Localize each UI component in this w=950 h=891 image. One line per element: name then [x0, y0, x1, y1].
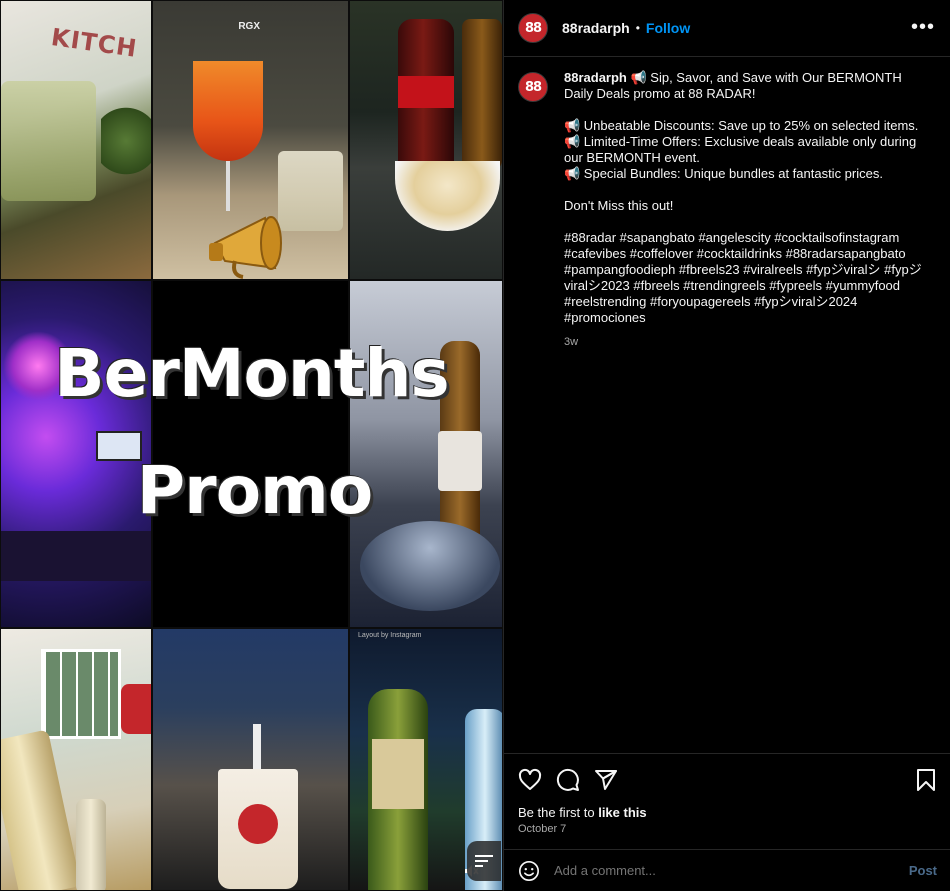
comment-icon[interactable]: [556, 768, 580, 792]
tile-coke-snacks: [349, 0, 503, 280]
menu-lines-icon: [475, 852, 493, 870]
follow-button[interactable]: Follow: [646, 20, 690, 36]
green-bottle-label: [372, 739, 424, 809]
straw-image: [253, 724, 261, 774]
comment-input[interactable]: [554, 863, 894, 878]
likes-text: Be the first to like this: [518, 805, 647, 820]
heart-icon[interactable]: [518, 768, 542, 792]
tile-cocktails: RGX: [152, 0, 349, 280]
radar-cup-logo: [238, 804, 278, 844]
chips-bowl-image: [395, 161, 500, 231]
small-bottle-image: [76, 799, 106, 890]
bookmark-icon[interactable]: [915, 768, 937, 792]
separator-dot: •: [635, 21, 640, 35]
rgx-watermark: RGX: [238, 21, 260, 32]
caption-gap: [564, 102, 934, 118]
caption-gap: [564, 182, 934, 198]
layout-watermark: Layout by Instagram: [358, 632, 422, 639]
caption-gap: [564, 214, 934, 230]
caption-block: 88 88radarph 📢 Sip, Savor, and Save with…: [518, 70, 938, 350]
likes-prefix: Be the first to: [518, 805, 599, 820]
caption-avatar[interactable]: 88: [518, 72, 548, 102]
tile-iced-drink: [152, 628, 349, 891]
comment-bar: Post: [504, 849, 950, 891]
header-username[interactable]: 88radarph: [562, 20, 630, 36]
caption-avatar-text: 88: [524, 79, 542, 95]
post-comment-button[interactable]: Post: [909, 863, 937, 878]
sofa-image: [1, 531, 151, 581]
caption-time-ago[interactable]: 3w: [564, 334, 934, 350]
avatar[interactable]: 88: [518, 13, 548, 43]
tile-san-miguel: [0, 628, 152, 891]
avatar-text: 88: [524, 20, 542, 36]
coke-label: [398, 76, 454, 108]
plant-image: [101, 101, 151, 181]
caption-line-3: 📢 Unbeatable Discounts: Save up to 25% o…: [564, 118, 919, 133]
glass-stem: [226, 161, 230, 211]
window-image: [41, 649, 121, 739]
emoji-icon[interactable]: [518, 860, 540, 882]
caption-line-1: 88radarph 📢 Sip, Savor, and Save with Ou…: [564, 70, 934, 102]
matcha-mug-image: [1, 81, 96, 201]
caption-hashtags[interactable]: #88radar #sapangbato #angelescity #cockt…: [564, 230, 934, 326]
san-miguel-bottle-image: [1, 729, 81, 890]
tile-matcha-drink: KITCH: [0, 0, 152, 280]
post-side-panel: 88 88radarph • Follow ••• 88 88radarph 📢…: [503, 0, 950, 891]
post-media[interactable]: KITCH RGX Layout by Instagram BerMonths …: [0, 0, 503, 891]
caption-line-4: 📢 Limited-Time Offers: Exclusive deals a…: [564, 134, 917, 165]
action-icons: [518, 768, 618, 792]
ice-bucket-image: [360, 521, 500, 611]
post-header: 88 88radarph • Follow •••: [504, 0, 950, 57]
promo-title-line2: Promo: [136, 452, 373, 529]
share-icon[interactable]: [594, 768, 618, 792]
post-actions: Be the first to like this October 7: [504, 753, 950, 849]
megaphone-icon: [209, 216, 282, 279]
caption-line-5: 📢 Special Bundles: Unique bundles at fan…: [564, 166, 883, 181]
orange-cocktail-image: [193, 61, 263, 161]
photo-collage: KITCH RGX Layout by Instagram: [0, 0, 503, 891]
caption-username[interactable]: 88radarph: [564, 70, 627, 85]
reel-menu-button[interactable]: [467, 841, 501, 881]
radar-logo-sign: [121, 684, 151, 734]
caption-line-7: Don't Miss this out!: [564, 198, 674, 213]
liquor-bottle-image: [462, 19, 502, 169]
post-dialog: KITCH RGX Layout by Instagram BerMonths …: [0, 0, 950, 891]
promo-title-line1: BerMonths: [54, 335, 449, 412]
more-options-icon[interactable]: •••: [911, 17, 935, 37]
like-this-link[interactable]: like this: [598, 805, 646, 820]
kitchen-sign-text: KITCH: [49, 23, 140, 63]
caption-text: 88radarph 📢 Sip, Savor, and Save with Ou…: [564, 70, 934, 350]
post-date[interactable]: October 7: [518, 823, 566, 835]
